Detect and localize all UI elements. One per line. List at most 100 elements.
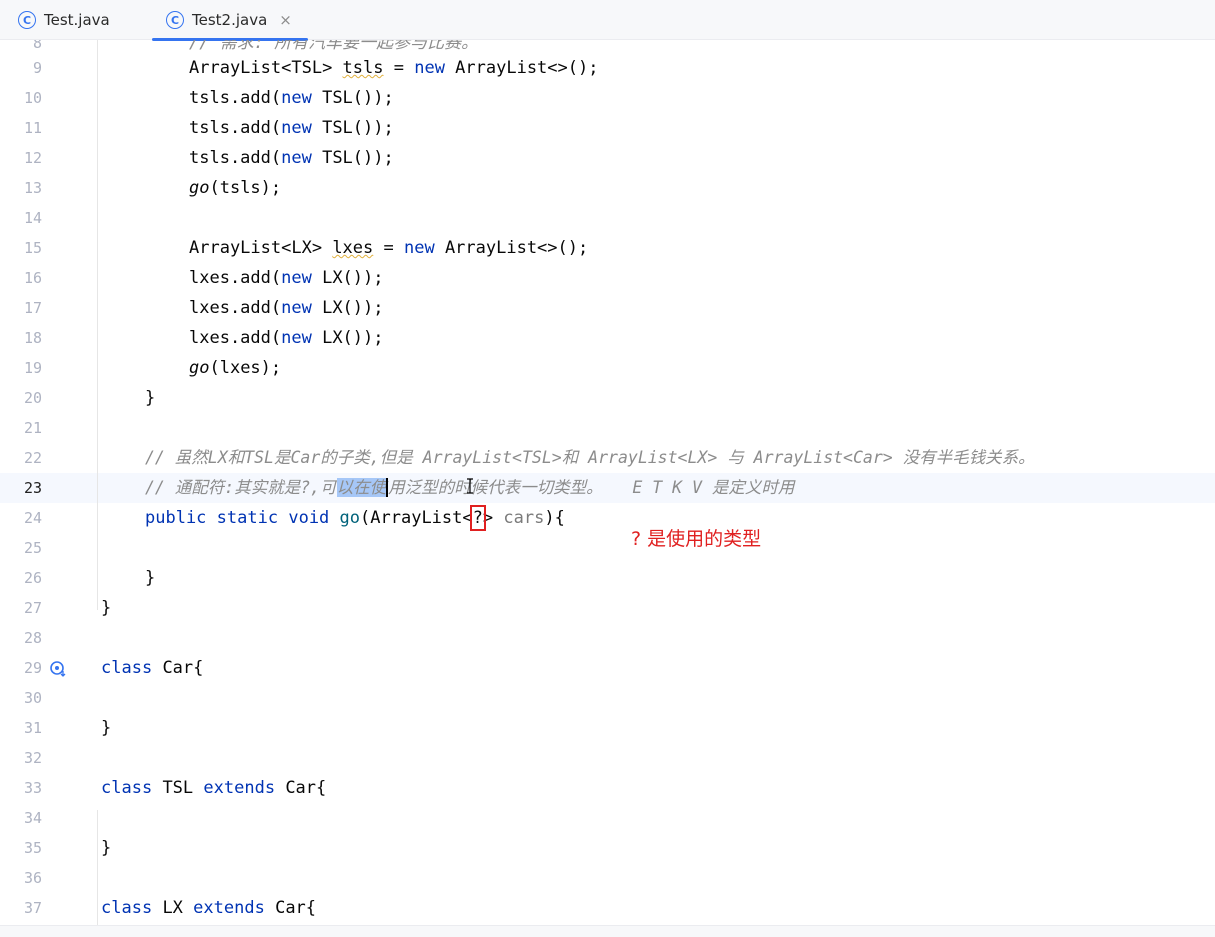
method-call: lxes.add( [189,268,282,288]
annotation-text: ? 是使用的类型 [631,528,762,550]
code-line: 27 } [0,593,1215,623]
keyword-extends: extends [193,898,265,918]
implemented-by-icon[interactable] [48,658,68,678]
keyword-class: class [101,778,153,798]
code-line: 9 ArrayList<TSL> tsls = new ArrayList<>(… [0,53,1215,83]
line-number: 31 [23,719,42,737]
editor-tab-bar: C Test.java C Test2.java × [0,0,1215,41]
generic-type: <TSL> [281,58,343,78]
constructor-call: TSL()); [311,148,394,168]
line-number: 15 [23,239,42,257]
keyword-new: new [281,328,312,348]
class-name: TSL [162,778,194,798]
brace: } [101,838,112,858]
status-bar [0,925,1215,937]
call-args: (tsls); [209,178,282,198]
selected-text[interactable]: 以在使 [336,478,387,497]
code-line: 31 } [0,713,1215,743]
code-line: 15 ArrayList<LX> lxes = new ArrayList<>(… [0,233,1215,263]
line-number: 34 [23,809,42,827]
line-number: 21 [23,419,42,437]
code-line: 11 tsls.add(new TSL()); [0,113,1215,143]
line-number: 17 [23,299,42,317]
line-number: 30 [23,689,42,707]
line-number: 14 [23,209,42,227]
keyword-new: new [281,148,312,168]
keyword-new: new [281,88,312,108]
line-number: 32 [23,749,42,767]
type-name: ArrayList [189,238,282,258]
java-class-icon: C [18,11,36,29]
brace: } [145,388,156,408]
superclass-name: Car{ [285,778,327,798]
keyword-public: public [145,508,207,528]
code-line: 17 lxes.add(new LX()); [0,293,1215,323]
comment: // 通配符:其实就是?,可 [145,478,337,497]
keyword-new: new [281,268,312,288]
close-tab-icon[interactable]: × [279,11,292,29]
method-call: tsls.add( [189,88,282,108]
code-line: 33 class TSL extends Car{ [0,773,1215,803]
constructor-call: LX()); [311,268,384,288]
java-class-icon: C [166,11,184,29]
tab-label: Test.java [44,11,110,29]
tab-test2-java[interactable]: C Test2.java × [152,0,308,41]
assign-op: = [373,238,404,258]
code-line: 30 [0,683,1215,713]
method-name: go [189,178,210,198]
code-line: 14 [0,203,1215,233]
line-number: 27 [23,599,42,617]
line-number: 19 [23,359,42,377]
line-number: 11 [23,119,42,137]
code-line: 13 go(tsls); [0,173,1215,203]
parameter-name: cars [503,508,545,528]
code-line: 16 lxes.add(new LX()); [0,263,1215,293]
constructor-call: TSL()); [311,118,394,138]
constructor-call: ArrayList<>(); [434,238,589,258]
indent-guide [97,810,98,930]
line-number: 35 [23,839,42,857]
code-line: 19 go(lxes); [0,353,1215,383]
brace: } [145,568,156,588]
code-line: 28 [0,623,1215,653]
tab-test-java[interactable]: C Test.java [18,0,110,40]
current-code-line: 23 // 通配符:其实就是?,可以在使 用泛型的时候代表一切类型。 E T K … [0,473,1215,503]
method-call: tsls.add( [189,148,282,168]
code-line: 10 tsls.add(new TSL()); [0,83,1215,113]
method-call: tsls.add( [189,118,282,138]
line-number: 37 [23,899,42,917]
line-number: 12 [23,149,42,167]
keyword-void: void [288,508,330,528]
code-line: 37 class LX extends Car{ [0,893,1215,923]
constructor-call: LX()); [311,298,384,318]
keyword-new: new [414,58,445,78]
line-number: 33 [23,779,42,797]
variable-name: lxes [332,238,374,258]
code-line: 26 } [0,563,1215,593]
generic-type: <LX> [281,238,333,258]
constructor-call: ArrayList<>(); [444,58,599,78]
constructor-call: TSL()); [311,88,394,108]
keyword-static: static [216,508,279,528]
comment: // 虽然LX和TSL是Car的子类,但是 ArrayList<TSL>和 Ar… [145,448,1035,467]
code-line: 21 [0,413,1215,443]
code-line: 34 [0,803,1215,833]
code-line: 29 class Car{ [0,653,1215,683]
class-name: LX [162,898,183,918]
code-editor[interactable]: 8 // 需求: 所有汽车要一起参与比赛。 9 ArrayList<TSL> t… [0,40,1215,925]
line-number: 26 [23,569,42,587]
comment: 用泛型的时候代表一切类型。 E T K V 是定义时用 [388,478,795,497]
class-name: Car{ [162,658,204,678]
method-call: lxes.add( [189,298,282,318]
method-name: go [189,358,210,378]
method-declaration-name: go [339,508,361,528]
line-number: 16 [23,269,42,287]
line-number: 18 [23,329,42,347]
param-type-close: > [482,508,494,528]
type-name: ArrayList [189,58,282,78]
keyword-new: new [403,238,435,258]
keyword-new: new [281,298,312,318]
line-number: 36 [23,869,42,887]
brace: } [101,718,112,738]
code-line: 18 lxes.add(new LX()); [0,323,1215,353]
